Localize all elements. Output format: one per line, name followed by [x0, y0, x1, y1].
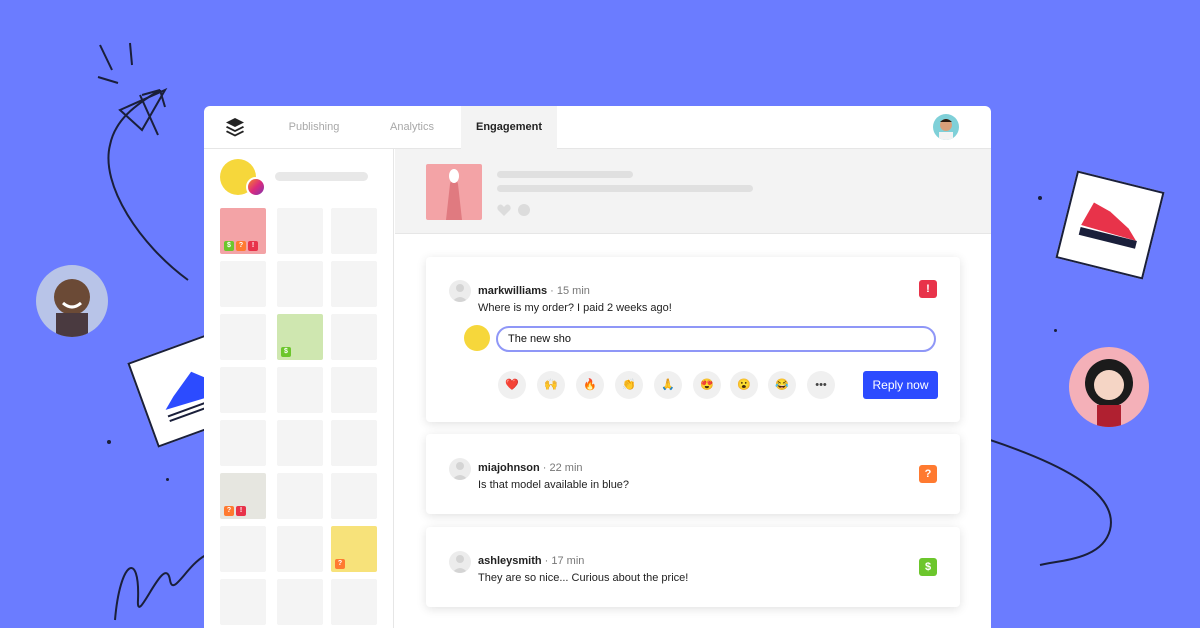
alert-badge: ! — [248, 241, 258, 251]
comment-card[interactable]: ashleysmith · 17 min They are so nice...… — [426, 527, 960, 607]
emoji-laugh-button[interactable]: 😂 — [768, 371, 796, 399]
engagement-panel: markwilliams · 15 min Where is my order?… — [395, 149, 991, 628]
profile-name-placeholder — [275, 172, 368, 181]
emoji-pray-button[interactable]: 🙏 — [654, 371, 682, 399]
emoji-fire-button[interactable]: 🔥 — [576, 371, 604, 399]
money-badge: $ — [281, 347, 291, 357]
media-thumbnail[interactable] — [277, 420, 323, 466]
media-thumbnail[interactable] — [331, 208, 377, 254]
doodle-curve-right — [990, 439, 1112, 566]
media-thumbnail[interactable]: ? ! — [220, 473, 266, 519]
comment-username[interactable]: ashleysmith · 17 min — [478, 555, 584, 567]
money-badge: $ — [224, 241, 234, 251]
media-thumbnail[interactable] — [220, 367, 266, 413]
dot — [1054, 329, 1057, 332]
dot — [166, 478, 169, 481]
question-flag[interactable]: ? — [919, 465, 937, 483]
question-badge: ? — [236, 241, 246, 251]
more-emojis-button[interactable]: ••• — [807, 371, 835, 399]
commenter-avatar[interactable] — [449, 458, 471, 480]
media-thumbnail[interactable] — [220, 579, 266, 625]
post-caption-placeholder — [497, 171, 633, 178]
media-thumbnail[interactable] — [277, 579, 323, 625]
media-thumbnail[interactable] — [277, 526, 323, 572]
media-thumbnail[interactable] — [220, 526, 266, 572]
app-window: Publishing Analytics Engagement $ ? ! $ — [204, 106, 991, 628]
media-thumbnail[interactable] — [277, 208, 323, 254]
post-caption-placeholder — [497, 185, 753, 192]
comment-username[interactable]: miajohnson · 22 min — [478, 462, 583, 474]
media-thumbnail[interactable] — [277, 261, 323, 307]
dot — [1038, 196, 1042, 200]
comment-text: They are so nice... Curious about the pr… — [478, 572, 689, 584]
media-thumbnail[interactable] — [220, 314, 266, 360]
tab-publishing[interactable]: Publishing — [274, 106, 354, 149]
instagram-icon — [246, 177, 266, 197]
question-badge: ? — [335, 559, 345, 569]
comment-text: Is that model available in blue? — [478, 479, 630, 491]
tab-analytics[interactable]: Analytics — [372, 106, 452, 149]
media-thumbnail[interactable]: $ ? ! — [220, 208, 266, 254]
media-thumbnail[interactable] — [331, 420, 377, 466]
user-avatar[interactable] — [933, 114, 959, 140]
comment-username[interactable]: markwilliams · 15 min — [478, 285, 590, 297]
dot — [107, 440, 111, 444]
reply-now-button[interactable]: Reply now — [863, 371, 938, 399]
emoji-heart-eyes-button[interactable]: 😍 — [693, 371, 721, 399]
tab-engagement[interactable]: Engagement — [461, 106, 557, 149]
comment-card-active: markwilliams · 15 min Where is my order?… — [426, 257, 960, 422]
customer-avatar-left — [36, 265, 108, 337]
alert-flag[interactable]: ! — [919, 280, 937, 298]
comment-time: · 15 min — [550, 285, 590, 297]
media-thumbnail[interactable] — [220, 420, 266, 466]
media-thumbnail[interactable]: ? — [331, 526, 377, 572]
media-thumbnail[interactable] — [331, 473, 377, 519]
heart-icon[interactable] — [497, 204, 511, 216]
media-thumbnail[interactable] — [220, 261, 266, 307]
emoji-heart-button[interactable]: ❤️ — [498, 371, 526, 399]
media-thumbnail[interactable] — [331, 261, 377, 307]
emoji-clap-button[interactable]: 👏 — [615, 371, 643, 399]
shoe-sticker-red — [1055, 170, 1165, 280]
post-header — [395, 149, 991, 234]
media-thumbnail[interactable]: $ — [277, 314, 323, 360]
media-sidebar: $ ? ! $ ? ! ? — [204, 149, 394, 628]
stack-logo-icon[interactable] — [224, 116, 246, 138]
question-badge: ? — [224, 506, 234, 516]
comment-time: · 17 min — [544, 555, 585, 567]
post-thumbnail[interactable] — [426, 164, 482, 220]
comment-icon[interactable] — [518, 204, 530, 216]
emoji-raised-hands-button[interactable]: 🙌 — [537, 371, 565, 399]
alert-badge: ! — [236, 506, 246, 516]
media-thumbnail[interactable] — [277, 473, 323, 519]
comment-time: · 22 min — [542, 462, 583, 474]
comment-text: Where is my order? I paid 2 weeks ago! — [478, 302, 672, 314]
media-thumbnail[interactable] — [331, 314, 377, 360]
media-thumbnail[interactable] — [277, 367, 323, 413]
doodle-arrow — [97, 42, 189, 281]
reply-avatar — [464, 325, 490, 351]
money-flag[interactable]: $ — [919, 558, 937, 576]
commenter-avatar[interactable] — [449, 551, 471, 573]
media-thumbnail[interactable] — [331, 579, 377, 625]
media-thumbnail[interactable] — [331, 367, 377, 413]
customer-avatar-right — [1069, 347, 1149, 427]
comment-card[interactable]: miajohnson · 22 min Is that model availa… — [426, 434, 960, 514]
reply-input[interactable] — [496, 326, 936, 352]
commenter-avatar[interactable] — [449, 280, 471, 302]
emoji-surprised-button[interactable]: 😮 — [730, 371, 758, 399]
top-navigation: Publishing Analytics Engagement — [204, 106, 991, 149]
